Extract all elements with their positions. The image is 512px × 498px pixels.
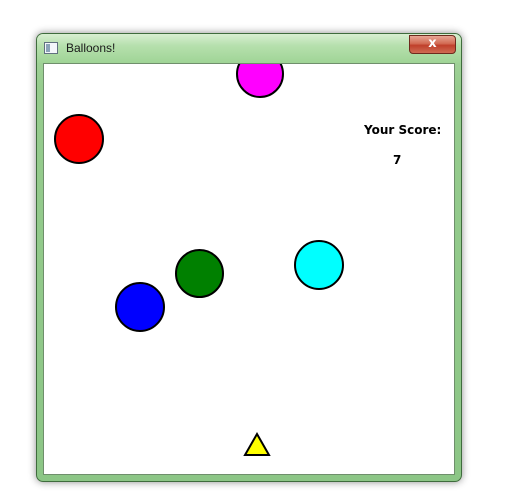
close-button[interactable]: x: [409, 35, 456, 54]
balloon-magenta[interactable]: [236, 64, 284, 98]
balloons-window: Balloons! x Your Score: 7: [36, 33, 462, 482]
balloon-blue[interactable]: [115, 282, 165, 332]
balloon-green[interactable]: [175, 249, 224, 298]
window-title: Balloons!: [66, 41, 116, 55]
game-canvas[interactable]: Your Score: 7: [43, 63, 455, 475]
title-bar[interactable]: Balloons! x: [37, 34, 461, 63]
app-icon: [44, 42, 58, 54]
player-triangle-icon[interactable]: [243, 432, 271, 458]
score-value: 7: [393, 153, 402, 167]
balloon-cyan[interactable]: [294, 240, 344, 290]
balloon-red[interactable]: [54, 114, 104, 164]
score-label: Your Score:: [364, 123, 442, 137]
